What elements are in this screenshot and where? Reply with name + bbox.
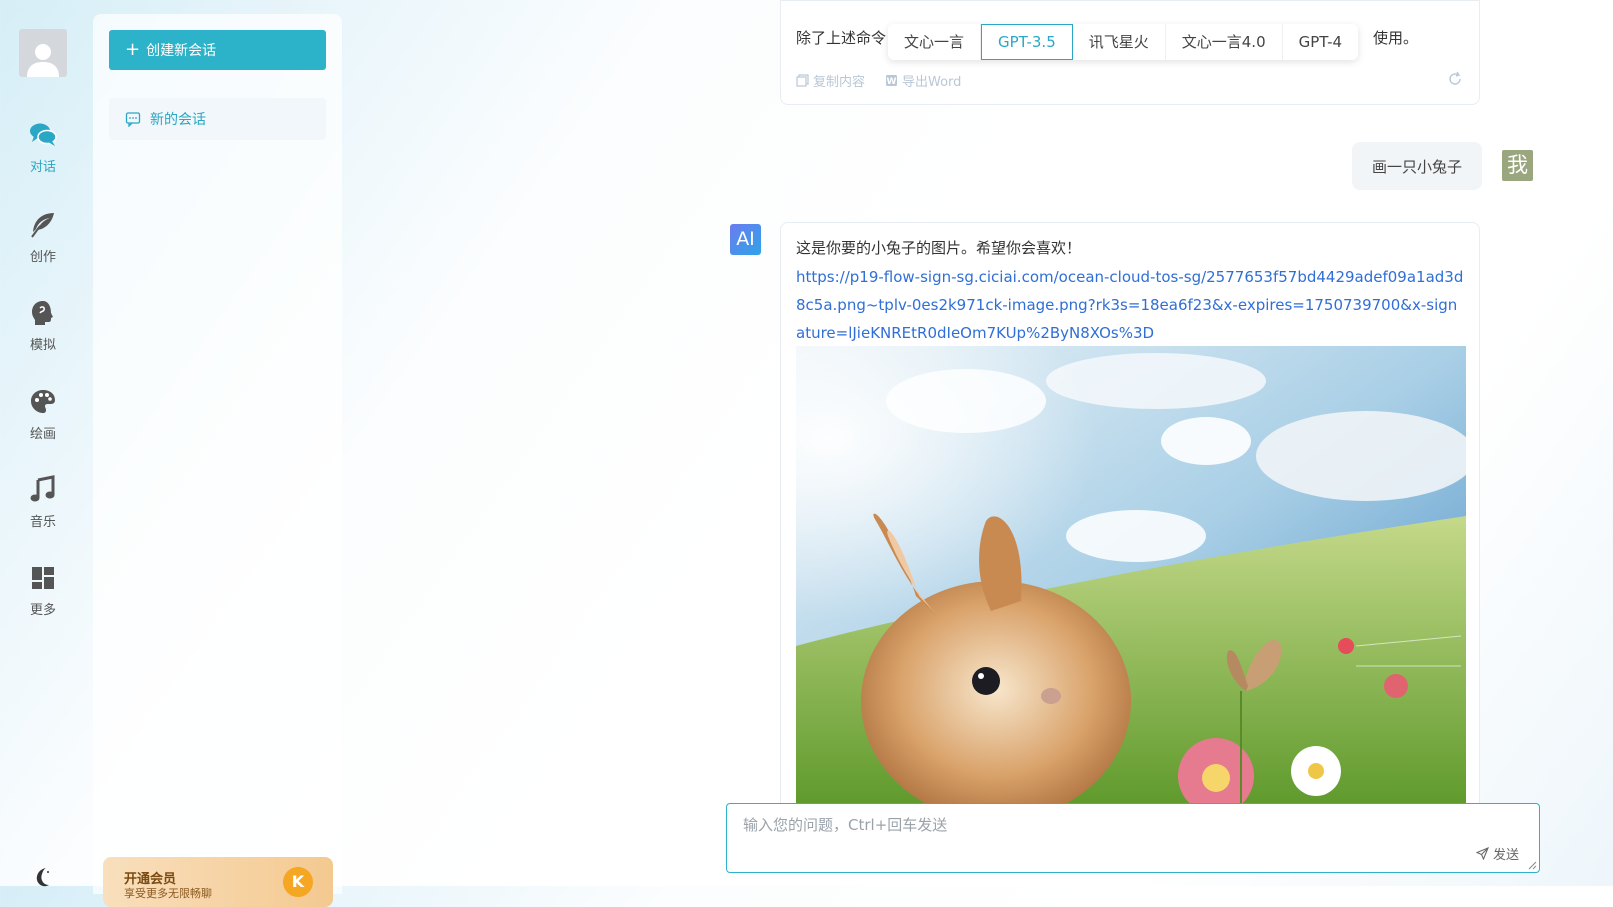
model-selector: 文心一言 GPT-3.5 讯飞星火 文心一言4.0 GPT-4 <box>888 24 1359 60</box>
conversation-panel: + 创建新会话 新的会话 开通会员 享受更多无限畅聊 K <box>93 14 342 907</box>
model-option[interactable]: 文心一言 <box>888 24 982 60</box>
nav-item-chat[interactable]: 对话 <box>0 120 86 175</box>
nav-item-simulate[interactable]: 模拟 <box>0 298 86 353</box>
message-actions: 复制内容 W 导出Word <box>796 71 961 90</box>
new-chat-button[interactable]: + 创建新会话 <box>109 30 326 70</box>
export-word-button[interactable]: W 导出Word <box>885 71 961 90</box>
nav-item-label: 音乐 <box>29 515 56 530</box>
send-icon <box>1475 847 1489 860</box>
chat-outline-icon <box>125 112 141 127</box>
vip-subtitle: 享受更多无限畅聊 <box>124 887 212 900</box>
nav-item-create[interactable]: 创作 <box>0 210 86 265</box>
music-note-icon <box>30 475 55 502</box>
send-button[interactable]: 发送 <box>1475 844 1519 863</box>
user-message-text: 画一只小兔子 <box>1371 157 1462 176</box>
nav-rail: 对话 创作 模拟 绘画 音乐 更多 <box>0 0 86 888</box>
nav-item-music[interactable]: 音乐 <box>0 475 86 530</box>
nav-item-label: 对话 <box>29 160 56 175</box>
vip-banner[interactable]: 开通会员 享受更多无限畅聊 K <box>103 857 333 907</box>
model-option-selected[interactable]: GPT-3.5 <box>981 24 1073 60</box>
model-option[interactable]: 文心一言4.0 <box>1166 24 1283 60</box>
svg-text:W: W <box>887 77 897 87</box>
nav-item-more[interactable]: 更多 <box>0 563 86 618</box>
word-icon: W <box>886 75 898 87</box>
copy-button[interactable]: 复制内容 <box>796 71 865 90</box>
copy-label: 复制内容 <box>813 75 866 90</box>
head-profile-icon <box>32 301 53 325</box>
palette-icon <box>31 390 55 413</box>
ai-message: 这是你要的小兔子的图片。希望你会喜欢！ https://p19-flow-sig… <box>780 222 1480 822</box>
chat-input-box: 发送 <box>726 803 1540 873</box>
image-link[interactable]: https://p19-flow-sign-sg.ciciai.com/ocea… <box>796 263 1466 347</box>
model-option[interactable]: GPT-4 <box>1283 24 1358 60</box>
grid-icon <box>32 567 54 589</box>
nav-item-paint[interactable]: 绘画 <box>0 387 86 442</box>
resize-handle-icon[interactable] <box>1527 860 1537 870</box>
feather-icon <box>31 213 54 238</box>
nav-item-label: 创作 <box>29 250 56 265</box>
model-option[interactable]: 讯飞星火 <box>1073 24 1166 60</box>
send-label: 发送 <box>1492 848 1519 863</box>
ai-avatar: AI <box>730 224 761 255</box>
message-text: 除了上述命令 <box>796 29 887 47</box>
conversation-title: 新的会话 <box>150 112 206 128</box>
user-silhouette-icon <box>27 44 59 77</box>
nav-item-label: 绘画 <box>29 427 56 442</box>
nav-item-label: 更多 <box>29 603 56 618</box>
chat-input[interactable] <box>741 812 1505 850</box>
user-avatar[interactable] <box>19 29 67 77</box>
user-avatar-small: 我 <box>1502 150 1533 181</box>
vip-badge-icon: K <box>283 867 313 897</box>
refresh-icon[interactable] <box>1447 71 1463 87</box>
bunny-image[interactable] <box>796 346 1466 806</box>
copy-icon <box>796 74 809 87</box>
chat-bubbles-icon <box>30 123 57 146</box>
conversation-item[interactable]: 新的会话 <box>109 98 326 140</box>
message-text-end: 使用。 <box>1373 29 1419 47</box>
new-chat-label: 创建新会话 <box>146 43 217 59</box>
ai-message-text: 这是你要的小兔子的图片。希望你会喜欢！ <box>796 239 1082 257</box>
moon-icon[interactable] <box>32 866 54 888</box>
user-message: 画一只小兔子 <box>1352 142 1482 190</box>
export-label: 导出Word <box>902 75 962 90</box>
plus-icon: + <box>125 39 141 60</box>
nav-item-label: 模拟 <box>29 338 56 353</box>
